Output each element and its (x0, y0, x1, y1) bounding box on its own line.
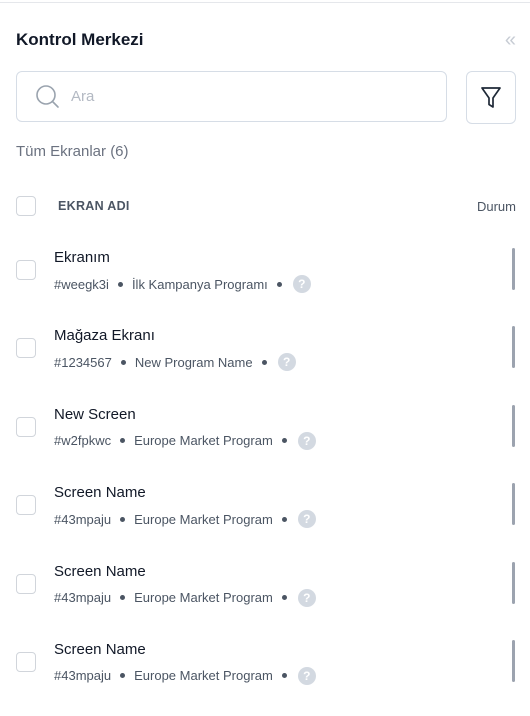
screen-code: #43mpaju (54, 511, 112, 527)
page-title: Kontrol Merkezi (16, 30, 144, 49)
help-icon[interactable]: ? (297, 431, 316, 450)
panel-header: Kontrol Merkezi « (16, 28, 516, 52)
status-indicator (512, 483, 515, 526)
search-box[interactable] (16, 71, 447, 122)
list-item[interactable]: Screen Name #43mpaju Europe Market Progr… (0, 465, 530, 543)
screen-name: Ekranım (54, 249, 110, 266)
list-item[interactable]: Screen Name #43mpaju Europe Market Progr… (0, 544, 530, 622)
screen-program: New Program Name (134, 354, 253, 370)
separator-dot (261, 359, 267, 365)
status-indicator (512, 404, 515, 447)
screen-program: Europe Market Program (134, 590, 273, 606)
filter-icon (481, 86, 501, 108)
separator-dot (281, 516, 287, 522)
help-icon[interactable]: ? (292, 275, 311, 293)
status-indicator (512, 326, 515, 369)
separator-dot (281, 673, 287, 679)
section-label: Tüm Ekranlar (6) (16, 143, 129, 160)
screen-code: #weegk3i (54, 276, 109, 292)
separator-dot (120, 673, 126, 679)
separator-dot (120, 438, 126, 444)
status-indicator (512, 248, 515, 290)
separator-dot (281, 595, 287, 601)
screen-name: Screen Name (54, 640, 146, 658)
row-checkbox[interactable] (16, 416, 36, 437)
screen-meta: #43mpaju Europe Market Program ? (54, 510, 316, 529)
screen-program: İlk Kampanya Programı (131, 276, 268, 292)
screen-program: Europe Market Program (134, 668, 273, 684)
screen-code: #43mpaju (54, 668, 112, 684)
help-icon[interactable]: ? (277, 353, 296, 372)
screen-name: Mağaza Ekranı (54, 327, 155, 345)
filter-button[interactable] (466, 71, 516, 124)
status-indicator (512, 561, 515, 604)
separator-dot (281, 438, 287, 444)
list-item[interactable]: Screen Name #43mpaju Europe Market Progr… (0, 622, 530, 700)
search-icon (35, 84, 61, 110)
help-icon[interactable]: ? (297, 666, 316, 685)
separator-dot (120, 359, 126, 365)
screen-meta: #weegk3i İlk Kampanya Programı ? (54, 275, 311, 293)
screen-meta: #1234567 New Program Name ? (54, 353, 296, 372)
screen-list: Ekranım #weegk3i İlk Kampanya Programı ?… (0, 230, 530, 700)
row-checkbox[interactable] (16, 573, 36, 594)
column-header-status: Durum (476, 198, 516, 214)
row-checkbox[interactable] (16, 651, 36, 672)
screen-program: Europe Market Program (134, 511, 273, 527)
separator-dot (120, 595, 126, 601)
help-icon[interactable]: ? (297, 510, 316, 529)
screen-code: #1234567 (54, 354, 112, 370)
list-item[interactable]: Ekranım #weegk3i İlk Kampanya Programı ? (0, 230, 530, 308)
separator-dot (276, 281, 282, 287)
screen-code: #w2fpkwc (54, 433, 112, 449)
screen-program: Europe Market Program (134, 433, 273, 449)
status-indicator (512, 639, 515, 682)
separator-dot (117, 281, 123, 287)
screen-name: Screen Name (54, 562, 146, 580)
chevrons-left-icon[interactable]: « (505, 30, 516, 50)
screen-name: Screen Name (54, 484, 146, 502)
table-header: EKRAN ADI Durum (16, 195, 516, 217)
search-input[interactable] (69, 87, 413, 106)
row-checkbox[interactable] (16, 495, 36, 516)
list-item[interactable]: Mağaza Ekranı #1234567 New Program Name … (0, 308, 530, 386)
row-checkbox[interactable] (16, 338, 36, 359)
top-divider (0, 2, 530, 3)
column-header-name: EKRAN ADI (58, 199, 130, 213)
screen-code: #43mpaju (54, 590, 112, 606)
separator-dot (120, 516, 126, 522)
screen-meta: #w2fpkwc Europe Market Program ? (54, 431, 316, 450)
screen-meta: #43mpaju Europe Market Program ? (54, 588, 316, 607)
help-icon[interactable]: ? (297, 588, 316, 607)
select-all-checkbox[interactable] (16, 196, 36, 216)
row-checkbox[interactable] (16, 260, 36, 280)
list-item[interactable]: New Screen #w2fpkwc Europe Market Progra… (0, 387, 530, 465)
screen-meta: #43mpaju Europe Market Program ? (54, 666, 316, 685)
screen-name: New Screen (54, 405, 136, 423)
